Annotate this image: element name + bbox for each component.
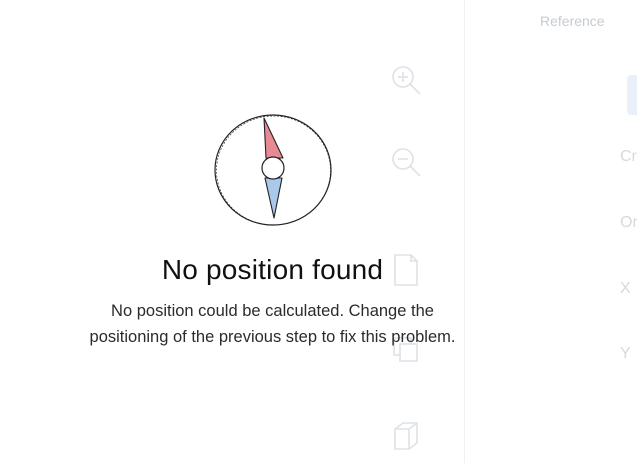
reference-panel-title: Reference [540,13,605,29]
reference-label-x: X [620,280,631,297]
compass-icon [213,114,332,226]
zoom-in-button[interactable] [386,60,426,100]
zoom-in-icon [392,66,421,95]
cube-icon [394,422,418,450]
no-position-view: Reference Cr Or X Y No position found No… [0,0,637,463]
empty-state-description-line-2: positioning of the previous step to fix … [89,328,456,346]
empty-state: No position found No position could be c… [0,110,545,350]
empty-state-description: No position could be calculated. Change … [0,298,545,350]
reference-chip[interactable] [627,75,637,115]
empty-state-description-line-1: No position could be calculated. Change … [111,302,434,320]
reference-label-y: Y [620,345,631,362]
cube-button[interactable] [386,416,426,456]
reference-label-cr: Cr [620,148,637,165]
empty-state-title: No position found [161,254,384,285]
reference-label-or: Or [620,214,637,231]
